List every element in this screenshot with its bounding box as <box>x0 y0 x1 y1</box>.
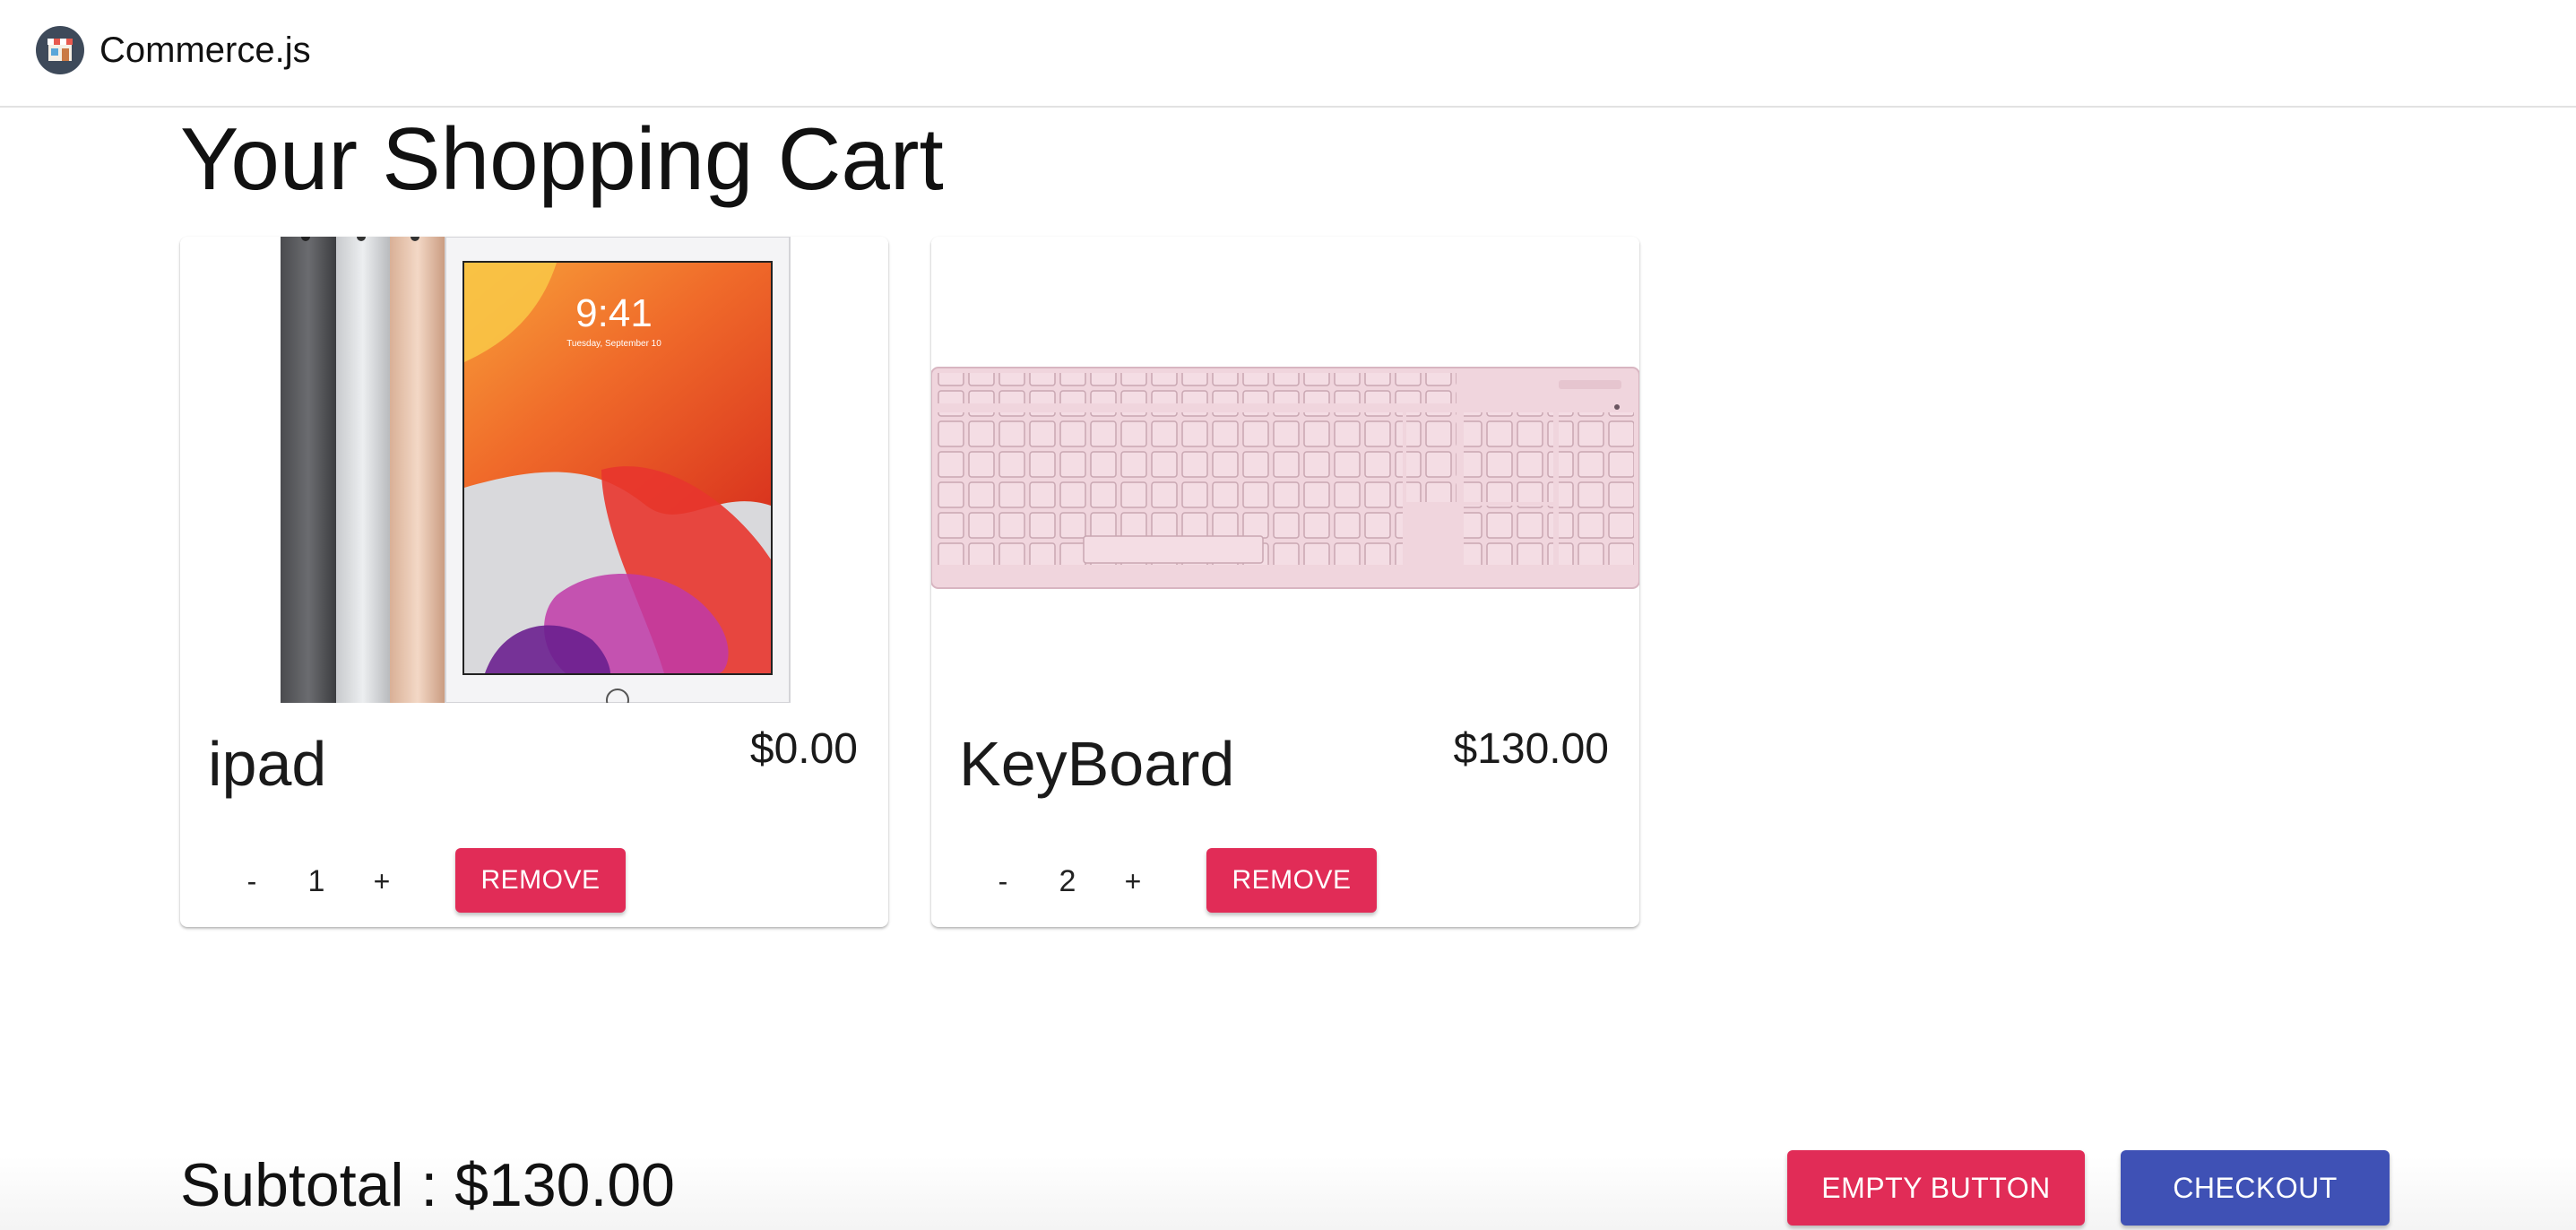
subtotal-text: Subtotal : $130.00 <box>180 1151 676 1219</box>
increase-quantity-button[interactable]: + <box>355 859 409 904</box>
remove-item-button[interactable]: REMOVE <box>455 848 626 913</box>
decrease-quantity-button[interactable]: - <box>976 859 1030 904</box>
empty-cart-button[interactable]: EMPTY BUTTON <box>1787 1150 2085 1226</box>
quantity-value: 1 <box>307 864 325 898</box>
checkout-button[interactable]: CHECKOUT <box>2121 1150 2390 1226</box>
product-price: $130.00 <box>1453 725 1609 773</box>
cart-item-card: 9:41 Tuesday, September 10 ipad $0.00 - … <box>180 237 888 927</box>
quantity-value: 2 <box>1059 864 1076 898</box>
product-image-ipad: 9:41 Tuesday, September 10 <box>180 237 888 703</box>
cart-item-card: KeyBoard $130.00 - 2 + REMOVE <box>931 237 1639 927</box>
lock-screen-date: Tuesday, September 10 <box>566 339 661 349</box>
page-title: Your Shopping Cart <box>180 109 944 208</box>
product-image-keyboard <box>931 237 1639 703</box>
remove-item-button[interactable]: REMOVE <box>1206 848 1377 913</box>
product-price: $0.00 <box>749 725 858 773</box>
storefront-icon[interactable] <box>36 26 84 74</box>
lock-screen-time: 9:41 <box>575 291 653 335</box>
increase-quantity-button[interactable]: + <box>1106 859 1160 904</box>
brand-title[interactable]: Commerce.js <box>99 25 311 75</box>
product-name: ipad <box>208 729 327 799</box>
app-bar: Commerce.js <box>0 0 2576 108</box>
product-name: KeyBoard <box>959 729 1235 799</box>
decrease-quantity-button[interactable]: - <box>225 859 279 904</box>
